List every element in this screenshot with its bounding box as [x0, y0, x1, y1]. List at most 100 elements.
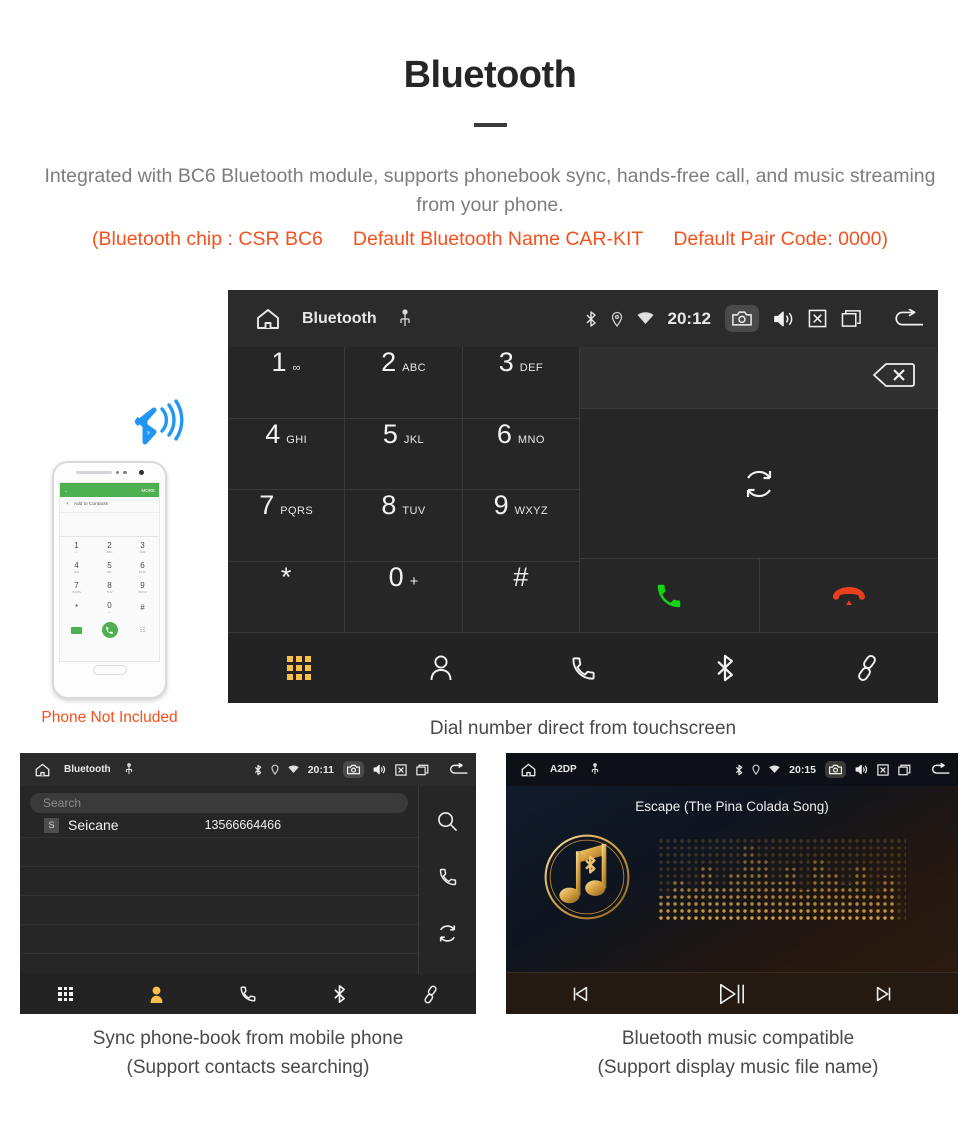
nav-bluetooth[interactable] [294, 984, 385, 1004]
equalizer-visualization [658, 838, 906, 923]
nav-bluetooth[interactable] [654, 653, 796, 683]
dialer-clock: 20:12 [667, 308, 711, 328]
key-2[interactable]: 2 ABC [345, 347, 463, 419]
usb-icon [125, 763, 133, 776]
phone-keypad: 1 ∞ 2 ABC 3 DEF 4 GHI 5 JKL 6 MNO 7 PQRS 8 TUV 9… [60, 537, 159, 617]
phone-sim-icon [71, 626, 82, 634]
call-button[interactable] [580, 559, 760, 633]
contact-row-empty [20, 896, 418, 925]
music-bluetooth-logo [544, 834, 630, 920]
home-icon[interactable] [521, 763, 536, 777]
key-0[interactable]: 0 + [345, 561, 463, 633]
call-icon [658, 584, 681, 607]
link-icon [424, 985, 437, 1003]
bluetooth-icon [334, 985, 345, 1003]
nav-contacts[interactable] [111, 985, 202, 1004]
sync-icon [746, 470, 772, 497]
camera-icon[interactable] [725, 305, 759, 332]
usb-icon [399, 308, 411, 329]
wifi-icon [769, 765, 780, 774]
sync-button[interactable] [580, 409, 938, 559]
dialer-caption: Dial number direct from touchscreen [429, 718, 737, 739]
call-log-icon [571, 656, 595, 680]
music-screen: A2DP 20:15 Escape (The Pina Colada Song) [506, 753, 958, 1014]
phonebook-clock: 20:11 [307, 763, 334, 776]
play-pause-button[interactable] [718, 981, 746, 1007]
phone-keypad-toggle-icon: ☷ [139, 627, 146, 634]
phone-key: # [140, 602, 145, 612]
nav-link[interactable] [796, 654, 938, 682]
phonebook-caption-line1: Sync phone-book from mobile phone [92, 1028, 404, 1049]
hangup-button[interactable] [759, 559, 938, 633]
key-6[interactable]: 6 MNO [462, 418, 580, 490]
key-3[interactable]: 3 DEF [462, 347, 580, 419]
usb-icon [591, 763, 599, 776]
recents-icon[interactable] [898, 764, 911, 776]
home-icon[interactable] [35, 763, 50, 777]
music-controls [506, 972, 958, 1014]
phone-appbar: ← MORE [60, 483, 159, 497]
contact-row[interactable]: S Seicane 13566664466 [20, 813, 418, 838]
play-pause-icon [719, 983, 744, 1004]
next-button[interactable] [873, 983, 895, 1005]
sync-icon[interactable] [437, 923, 458, 949]
key-7[interactable]: 7 PQRS [228, 490, 346, 562]
close-box-icon[interactable] [808, 309, 827, 328]
recents-icon[interactable] [416, 764, 429, 776]
phone-key: 2 ABC [106, 540, 113, 554]
dialer-screen: Bluetooth 20:12 1 ∞ 2 ABC 3 DEF 4 GHI 5 … [228, 290, 938, 703]
nav-call-log[interactable] [202, 985, 293, 1003]
key-9[interactable]: 9 WXYZ [462, 490, 580, 562]
nav-dialpad[interactable] [228, 656, 370, 680]
music-caption-line2: (Support display music file name) [597, 1057, 879, 1078]
recents-icon[interactable] [841, 309, 862, 328]
volume-icon[interactable] [373, 764, 386, 775]
volume-icon[interactable] [855, 764, 868, 775]
phone-key: 7 PQRS [72, 580, 81, 594]
back-icon[interactable] [892, 308, 924, 329]
music-caption: Bluetooth music compatible (Support disp… [496, 1024, 980, 1082]
phone-mockup: ← MORE + Add to Contacts 1 ∞ 2 ABC 3 DEF 4G… [52, 461, 167, 699]
phonebook-side-actions [418, 786, 476, 974]
phone-key: 3 DEF [139, 540, 146, 554]
key-4[interactable]: 4 GHI [228, 418, 346, 490]
key-8[interactable]: 8 TUV [345, 490, 463, 562]
number-display[interactable] [580, 347, 938, 409]
home-icon[interactable] [256, 308, 280, 330]
nav-contacts[interactable] [370, 654, 512, 682]
camera-icon[interactable] [825, 761, 846, 778]
key-5[interactable]: 5 JKL [345, 418, 463, 490]
phone-key: 6 MNO [139, 560, 146, 574]
dialer-navbar [228, 633, 938, 703]
music-clock: 20:15 [789, 763, 816, 776]
camera-icon[interactable] [343, 761, 364, 778]
back-icon[interactable] [930, 763, 950, 776]
search-icon[interactable] [437, 811, 458, 837]
key-1[interactable]: 1 ∞ [228, 347, 346, 419]
phone-speaker-grille [75, 471, 112, 474]
nav-call-log[interactable] [512, 655, 654, 682]
previous-button[interactable] [569, 983, 591, 1005]
search-input[interactable]: Search [30, 793, 408, 813]
phone-sensor [115, 470, 119, 475]
phone-sensor [123, 470, 127, 475]
close-box-icon[interactable] [877, 763, 889, 776]
previous-icon [574, 986, 588, 1001]
dialer-key-grid: 1 ∞ 2 ABC 3 DEF 4 GHI 5 JKL 6 MNO 7 PQRS 8 TUV 9… [228, 347, 580, 633]
dialpad-icon [58, 986, 73, 1002]
volume-icon[interactable] [773, 310, 794, 328]
back-icon[interactable] [448, 763, 468, 776]
contact-icon [430, 655, 452, 681]
wifi-icon [288, 765, 299, 774]
call-icon[interactable] [438, 867, 458, 892]
close-box-icon[interactable] [395, 763, 407, 776]
key-star[interactable]: * [228, 561, 346, 633]
nav-link[interactable] [385, 985, 476, 1004]
music-body: Escape (The Pina Colada Song) [506, 786, 958, 972]
backspace-icon[interactable] [872, 362, 916, 393]
key-hash[interactable]: # [462, 561, 580, 633]
music-statusbar: A2DP 20:15 [506, 753, 958, 786]
nav-dialpad[interactable] [20, 986, 111, 1002]
song-title: Escape (The Pina Colada Song) [635, 799, 829, 814]
dialer-right-column [580, 347, 938, 633]
